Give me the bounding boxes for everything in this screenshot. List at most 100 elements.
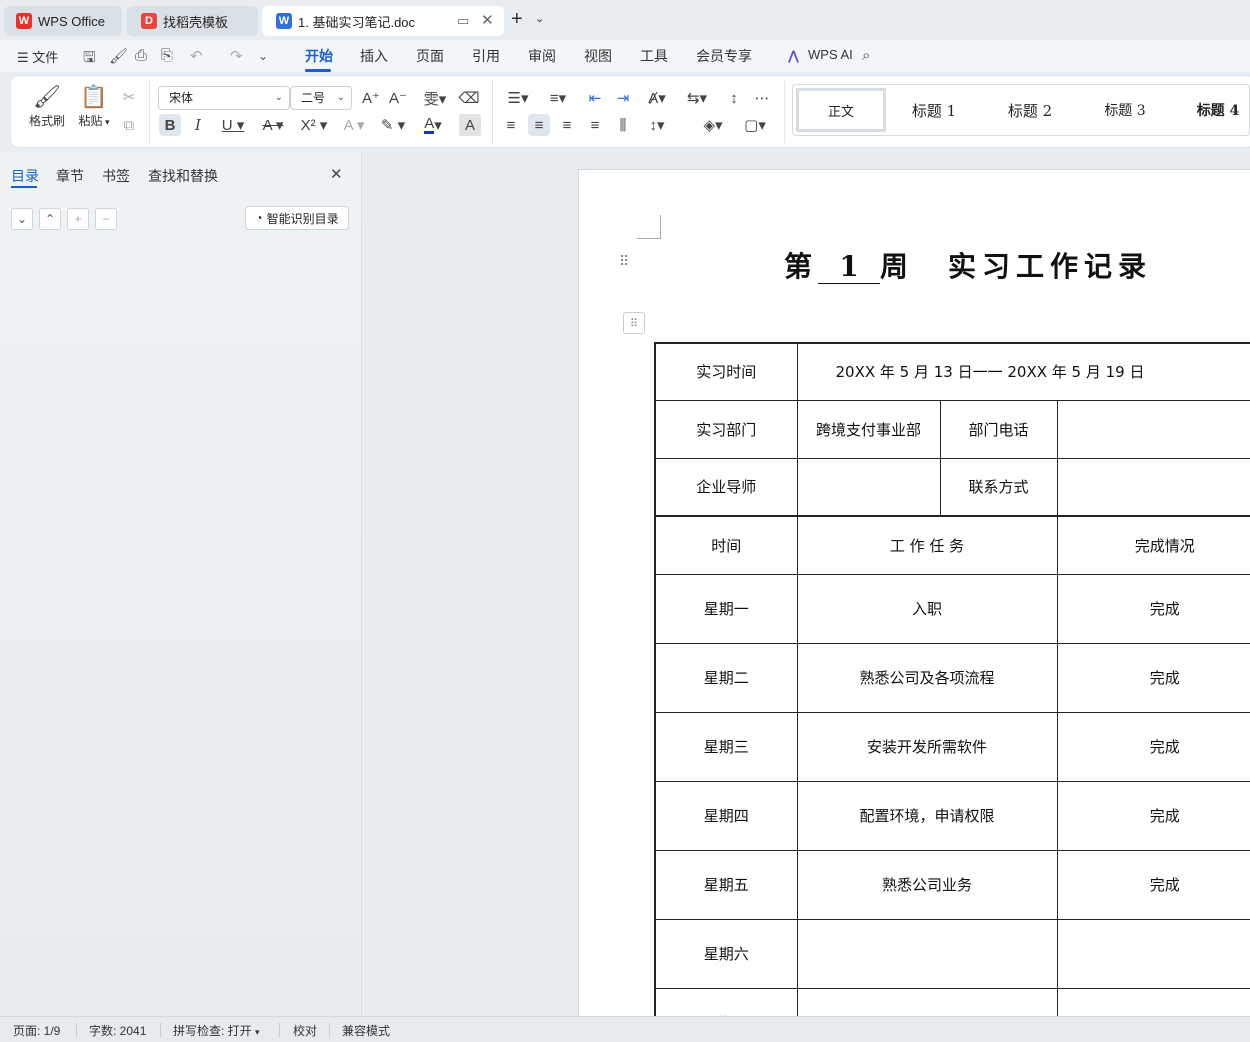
line-break-icon[interactable]: ⇆▾ [681, 87, 713, 109]
numbered-list-icon[interactable]: ≡▾ [543, 87, 573, 109]
tab-docer[interactable]: D 找稻壳模板 [127, 6, 258, 36]
tab-toc[interactable]: 目录 [11, 166, 39, 186]
table-cell[interactable] [796, 918, 1058, 989]
window-icon[interactable]: ▭ [457, 13, 469, 29]
table-cell[interactable]: 完成 [1056, 849, 1250, 920]
table-cell[interactable] [796, 987, 1058, 1016]
document-page[interactable]: ⠿ ⠿ 第1周 实习工作记录 实习时间 20XX 年 5 月 13 日一一 20… [578, 169, 1250, 1016]
font-size-select[interactable]: 二号 ⌄ [290, 86, 352, 110]
highlight-button[interactable]: ✎ ▾ [377, 114, 409, 136]
table-cell[interactable]: 20XX 年 5 月 13 日一一 20XX 年 5 月 19 日 [796, 342, 1250, 401]
table-cell[interactable] [796, 457, 941, 517]
table-cell[interactable]: 跨境支付事业部 [796, 399, 941, 459]
increase-font-icon[interactable]: A⁺ [360, 87, 382, 109]
expand-down-icon[interactable]: ⌄ [11, 208, 33, 230]
close-panel-icon[interactable]: ✕ [330, 165, 343, 183]
table-cell[interactable] [1056, 918, 1250, 989]
table-cell[interactable] [1056, 987, 1250, 1016]
align-left-icon[interactable]: ≡ [500, 114, 522, 136]
phonetic-icon[interactable]: 雯▾ [419, 87, 451, 109]
copy-icon[interactable]: ⧉ [118, 114, 140, 136]
table-header-cell[interactable]: 完成情况 [1056, 515, 1250, 575]
align-right-icon[interactable]: ≡ [556, 114, 578, 136]
table-cell[interactable]: 联系方式 [939, 457, 1058, 517]
underline-button[interactable]: U ▾ [217, 114, 249, 136]
italic-button[interactable]: I [187, 114, 209, 136]
table-cell[interactable]: 安装开发所需软件 [796, 711, 1058, 782]
format-painter-icon[interactable]: 🖌 [109, 47, 128, 65]
menu-view[interactable]: 视图 [584, 46, 612, 66]
increase-indent-icon[interactable]: ⇥ [612, 87, 634, 109]
style-heading-4[interactable]: 标题 4 [1186, 88, 1250, 132]
remove-level-icon[interactable]: − [95, 208, 117, 230]
bullet-list-icon[interactable]: ☰▾ [503, 87, 533, 109]
search-icon[interactable]: ⌕ [862, 47, 870, 64]
font-name-select[interactable]: 宋体 ⌄ [158, 86, 290, 110]
collapse-up-icon[interactable]: ⌃ [39, 208, 61, 230]
document-area[interactable]: ⠿ ⠿ 第1周 实习工作记录 实习时间 20XX 年 5 月 13 日一一 20… [363, 152, 1250, 1016]
table-cell[interactable]: 完成 [1056, 642, 1250, 713]
justify-icon[interactable]: ≡ [584, 114, 606, 136]
char-shading-button[interactable]: A [459, 114, 481, 136]
table-cell[interactable]: 熟悉公司及各项流程 [796, 642, 1058, 713]
menu-member[interactable]: 会员专享 [696, 46, 752, 66]
show-marks-icon[interactable]: ⋯ [751, 87, 773, 109]
superscript-button[interactable]: X² ▾ [297, 114, 331, 136]
align-center-icon[interactable]: ≡ [528, 114, 550, 136]
table-header-cell[interactable]: 时间 [654, 515, 798, 575]
menu-insert[interactable]: 插入 [360, 46, 388, 66]
table-cell[interactable] [1056, 457, 1250, 517]
page-indicator[interactable]: 页面: 1/9 [13, 1022, 60, 1039]
print-icon[interactable]: ⎙ [135, 47, 147, 64]
table-cell[interactable]: 入职 [796, 573, 1058, 644]
table-header-cell[interactable]: 工 作 任 务 [796, 515, 1058, 575]
word-count[interactable]: 字数: 2041 [89, 1022, 146, 1039]
cut-icon[interactable]: ✂ [118, 86, 140, 108]
more-chevron-icon[interactable]: ⌄ [258, 49, 268, 63]
shading-icon[interactable]: ◈▾ [697, 114, 729, 136]
table-drag-handle-icon[interactable]: ⠿ [623, 312, 645, 334]
menu-review[interactable]: 审阅 [528, 46, 556, 66]
proofread-button[interactable]: 校对 [293, 1022, 317, 1039]
tab-document[interactable]: W 1. 基础实习笔记.doc ▭ ✕ [262, 6, 504, 36]
add-level-icon[interactable]: + [67, 208, 89, 230]
paste-button[interactable]: 📋 粘贴 ▾ [73, 84, 115, 129]
menu-tools[interactable]: 工具 [640, 46, 668, 66]
table-cell[interactable]: 部门电话 [939, 399, 1058, 459]
save-icon[interactable]: 🖫 [83, 47, 96, 72]
table-cell[interactable]: 星期五 [654, 849, 798, 920]
wps-ai-button[interactable]: WPS AI [808, 47, 853, 62]
table-cell[interactable]: 星期二 [654, 642, 798, 713]
style-heading-2[interactable]: 标题 2 [992, 88, 1068, 132]
undo-icon[interactable]: ↶ [190, 47, 203, 65]
sort-icon[interactable]: ↕ [723, 87, 745, 109]
decrease-indent-icon[interactable]: ⇤ [584, 87, 606, 109]
file-menu[interactable]: ☰ 文件 [17, 47, 58, 66]
tab-chapters[interactable]: 章节 [56, 166, 84, 186]
new-tab-icon[interactable]: + [511, 8, 523, 31]
table-cell[interactable]: 星期四 [654, 780, 798, 851]
distributed-icon[interactable]: ⫼ [612, 114, 634, 136]
table-cell[interactable]: 完成 [1056, 780, 1250, 851]
table-cell[interactable]: 实习时间 [654, 342, 798, 401]
table-cell[interactable]: 星期六 [654, 918, 798, 989]
tab-find-replace[interactable]: 查找和替换 [148, 166, 218, 186]
chevron-down-icon[interactable]: ⌄ [535, 12, 544, 25]
table-cell[interactable]: 企业导师 [654, 457, 798, 517]
bold-button[interactable]: B [159, 114, 181, 136]
borders-icon[interactable]: ▢▾ [739, 114, 771, 136]
text-direction-icon[interactable]: Ⱥ▾ [641, 87, 673, 109]
decrease-font-icon[interactable]: A⁻ [387, 87, 409, 109]
spell-check-toggle[interactable]: 拼写检查: 打开 ▾ [173, 1022, 260, 1039]
style-heading-1[interactable]: 标题 1 [896, 88, 972, 132]
format-painter-button[interactable]: 🖌 格式刷 [25, 84, 69, 129]
smart-toc-button[interactable]: ◔ 智能识别目录 [245, 206, 349, 230]
table-cell[interactable]: 星期日 [654, 987, 798, 1016]
paragraph-drag-handle-icon[interactable]: ⠿ [619, 253, 629, 270]
strikethrough-button[interactable]: A ▾ [257, 114, 289, 136]
table-cell[interactable]: 实习部门 [654, 399, 798, 459]
style-normal[interactable]: 正文 [796, 88, 886, 132]
line-spacing-icon[interactable]: ↕▾ [641, 114, 673, 136]
menu-home[interactable]: 开始 [305, 46, 333, 66]
table-cell[interactable]: 星期三 [654, 711, 798, 782]
